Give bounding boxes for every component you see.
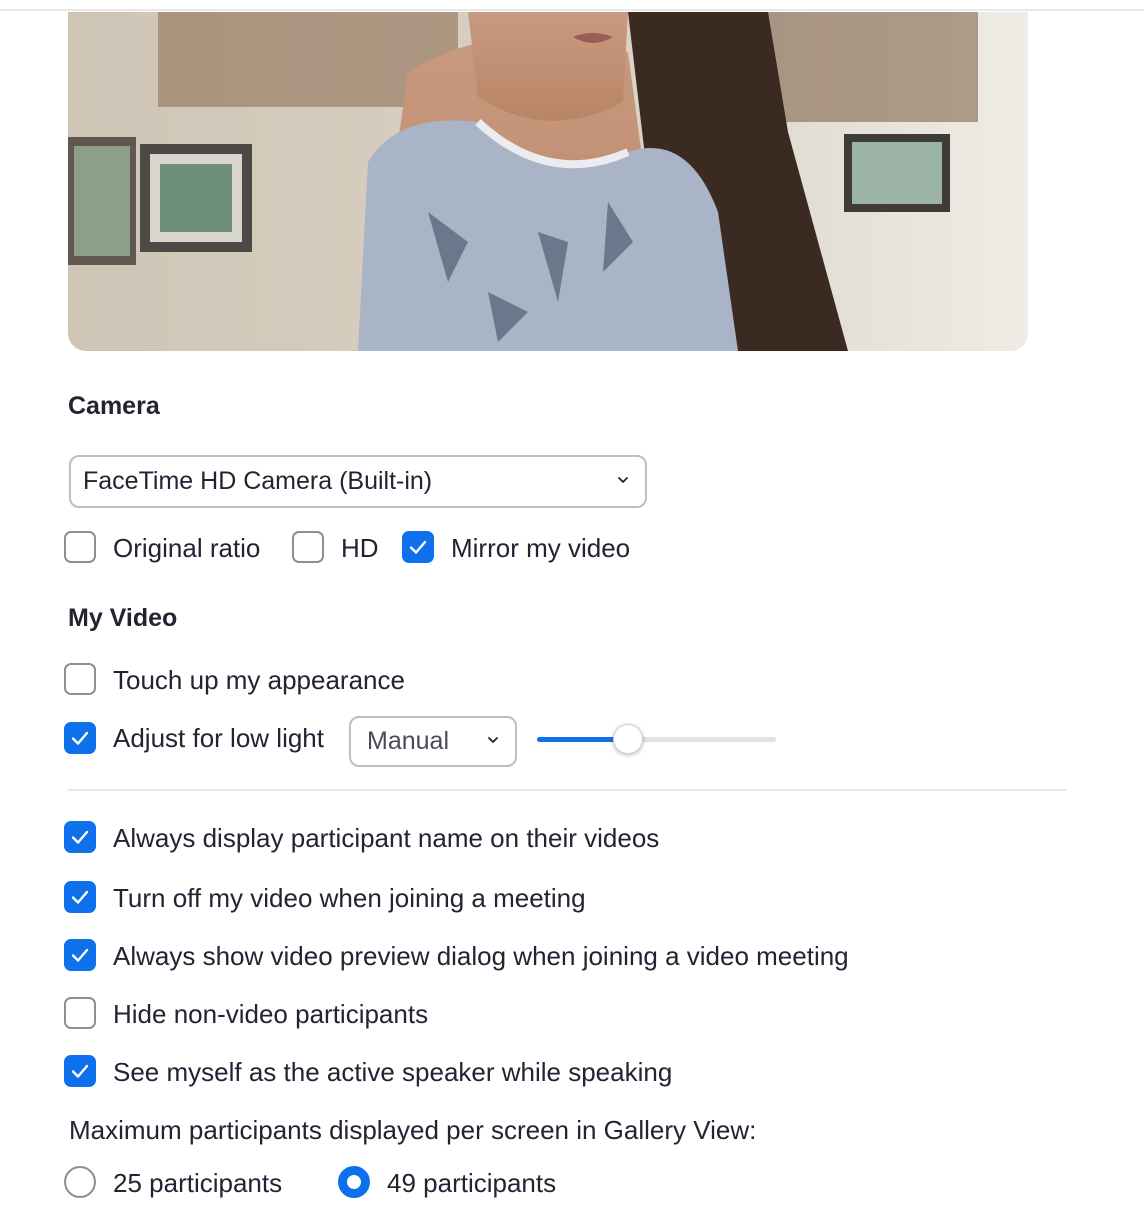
hide-non-video-checkbox[interactable] xyxy=(64,997,96,1029)
top-divider xyxy=(0,9,1144,11)
hd-label: HD xyxy=(341,533,379,563)
active-speaker-checkbox[interactable] xyxy=(64,1055,96,1087)
section-divider xyxy=(68,789,1066,791)
check-icon xyxy=(71,830,89,844)
camera-select-value: FaceTime HD Camera (Built-in) xyxy=(83,467,433,495)
display-name-checkbox[interactable] xyxy=(64,821,96,853)
camera-preview xyxy=(68,12,1028,351)
chevron-down-icon xyxy=(487,734,499,746)
check-icon xyxy=(71,948,89,962)
video-preview-dialog-label: Always show video preview dialog when jo… xyxy=(113,941,849,971)
gallery-max-label: Maximum participants displayed per scree… xyxy=(69,1115,757,1145)
check-icon xyxy=(409,540,427,554)
gallery-25-radio[interactable] xyxy=(64,1166,96,1198)
active-speaker-label: See myself as the active speaker while s… xyxy=(113,1057,673,1087)
original-ratio-checkbox[interactable] xyxy=(64,531,96,563)
chevron-down-icon xyxy=(617,474,629,486)
check-icon xyxy=(71,1064,89,1078)
gallery-49-radio[interactable] xyxy=(338,1166,370,1198)
low-light-slider-track[interactable] xyxy=(537,737,776,742)
mirror-video-label: Mirror my video xyxy=(451,533,631,563)
hide-non-video-label: Hide non-video participants xyxy=(113,999,429,1029)
check-icon xyxy=(71,890,89,904)
video-off-joining-checkbox[interactable] xyxy=(64,881,96,913)
low-light-checkbox[interactable] xyxy=(64,722,96,754)
mirror-video-checkbox[interactable] xyxy=(402,531,434,563)
low-light-slider-thumb[interactable] xyxy=(613,724,643,754)
my-video-section-title: My Video xyxy=(68,604,178,632)
display-name-label: Always display participant name on their… xyxy=(113,823,660,853)
camera-select[interactable]: FaceTime HD Camera (Built-in) xyxy=(69,455,647,508)
video-off-joining-label: Turn off my video when joining a meeting xyxy=(113,883,586,913)
touch-up-checkbox[interactable] xyxy=(64,663,96,695)
video-preview-dialog-checkbox[interactable] xyxy=(64,939,96,971)
gallery-25-label: 25 participants xyxy=(113,1168,283,1198)
low-light-mode-value: Manual xyxy=(367,727,449,755)
low-light-label: Adjust for low light xyxy=(113,723,324,753)
low-light-mode-select[interactable]: Manual xyxy=(349,716,517,767)
check-icon xyxy=(71,731,89,745)
hd-checkbox[interactable] xyxy=(292,531,324,563)
original-ratio-label: Original ratio xyxy=(113,533,261,563)
camera-section-title: Camera xyxy=(68,392,160,420)
touch-up-label: Touch up my appearance xyxy=(113,665,405,695)
gallery-49-label: 49 participants xyxy=(387,1168,557,1198)
